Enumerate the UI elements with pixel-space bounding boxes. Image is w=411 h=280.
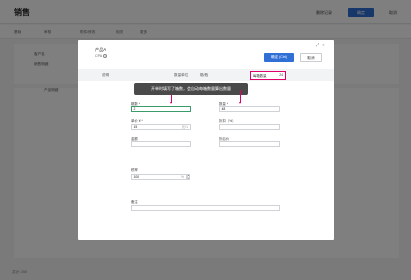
per-box-quantity-value: 24 [279, 73, 283, 77]
unit-value: 箱/瓶 [200, 73, 209, 77]
product-edit-dialog: ⤢ × 产品A CPA i 确定 (Ctrl) 取消 说明 数量单位 箱/瓶 每… [78, 40, 334, 240]
dialog-title: 产品A [95, 47, 107, 52]
unit-label: 数量单位 [174, 73, 189, 77]
tax-rate-value: 100 [133, 175, 140, 179]
remark-label: 备注 [131, 200, 138, 204]
discount-price-input[interactable] [219, 141, 280, 147]
ok-button[interactable]: 确定 (Ctrl) [264, 53, 294, 62]
product-info-bar: 说明 数量单位 箱/瓶 每箱数量 24 [78, 69, 334, 81]
expand-icon[interactable]: ⤢ [316, 42, 319, 47]
price-value: 15 [133, 125, 138, 129]
remark-input[interactable] [131, 205, 280, 211]
price-label: 单价 ¥ * [131, 119, 143, 123]
amount-input[interactable] [131, 141, 191, 147]
tax-rate-input[interactable]: 100 % [131, 174, 187, 180]
tax-rate-label: 税率 [131, 168, 138, 172]
quantity-input[interactable]: 48 [219, 106, 280, 112]
tax-rate-suffix: % [180, 175, 184, 179]
cancel-button[interactable]: 取消 [300, 53, 322, 62]
per-box-quantity-highlight: 每箱数量 24 [250, 70, 286, 80]
tax-rate-stepper[interactable]: ▴ ▾ [187, 174, 190, 180]
price-suffix: 元/1 [181, 125, 188, 129]
description-label: 说明 [102, 73, 110, 77]
stepper-down-icon[interactable]: ▾ [188, 177, 189, 181]
annotation-tooltip: 开单时填写了箱数，会自动每箱数量算出数量 [134, 83, 248, 95]
discount-input[interactable] [219, 124, 280, 130]
price-input[interactable]: 15 元/1 [131, 124, 191, 130]
per-box-quantity-label: 每箱数量 [253, 73, 267, 78]
dialog-subtitle: CPA i [95, 54, 108, 58]
product-code: CPA [95, 54, 103, 58]
boxes-input[interactable]: 2 [131, 106, 191, 112]
discount-label: 折扣（%） [219, 119, 236, 123]
close-icon[interactable]: × [322, 42, 324, 47]
info-icon[interactable]: i [103, 54, 108, 58]
arrow-head-icon [238, 102, 241, 104]
arrow-head-icon [169, 102, 172, 104]
dialog-window-controls: ⤢ × [316, 42, 325, 47]
